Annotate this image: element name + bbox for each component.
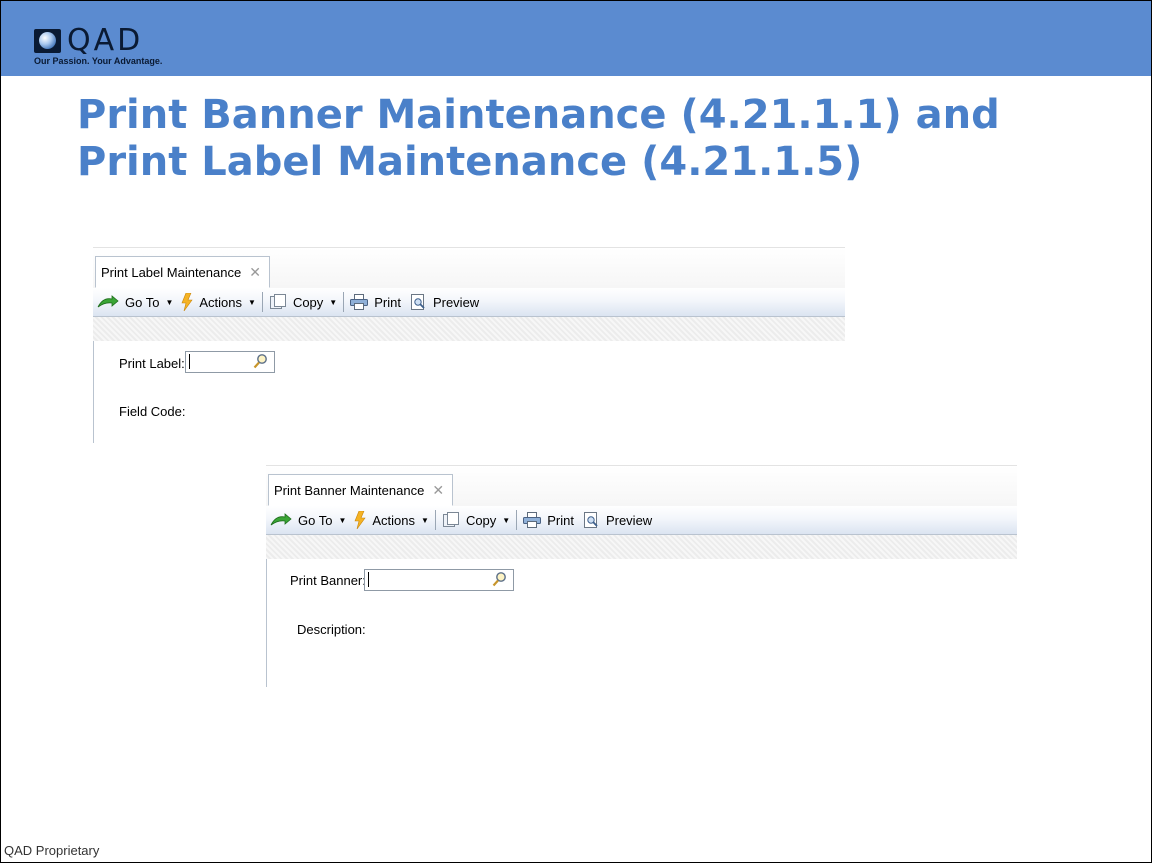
dropdown-arrow-icon: ▼ <box>165 297 174 307</box>
printer-icon <box>350 294 369 310</box>
preview-button[interactable]: Preview <box>578 506 656 534</box>
preview-button[interactable]: Preview <box>405 288 483 316</box>
copy-label: Copy <box>292 294 324 310</box>
preview-page-icon <box>410 294 425 310</box>
logo-text: QAD <box>67 23 144 58</box>
tab-strip: Print Label Maintenance ✕ <box>93 247 845 289</box>
tab-label: Print Label Maintenance <box>101 264 242 280</box>
description-label: Description: <box>297 622 366 637</box>
preview-label: Preview <box>432 294 480 310</box>
goto-label: Go To <box>298 512 333 528</box>
close-icon[interactable]: ✕ <box>432 482 444 499</box>
print-label: Print <box>374 294 401 310</box>
copy-pages-icon <box>269 294 286 309</box>
goto-button[interactable]: Go To ▼ <box>93 288 177 316</box>
header-bar: QAD Our Passion. Your Advantage. <box>1 1 1151 76</box>
copy-button[interactable]: Copy ▼ <box>438 506 514 534</box>
tab-strip: Print Banner Maintenance ✕ <box>266 465 1017 507</box>
field-code-label: Field Code: <box>119 404 186 419</box>
dropdown-arrow-icon: ▼ <box>329 297 338 307</box>
logo-tagline: Our Passion. Your Advantage. <box>34 56 163 66</box>
slide-title-line-2: Print Label Maintenance (4.21.1.5) <box>77 139 863 185</box>
toolbar: Go To ▼ Actions ▼ Copy ▼ Print Preview <box>266 506 1017 535</box>
magnifier-icon[interactable] <box>492 571 507 587</box>
footer-proprietary: QAD Proprietary <box>4 843 100 858</box>
goto-button[interactable]: Go To ▼ <box>266 506 350 534</box>
dropdown-arrow-icon: ▼ <box>421 515 429 525</box>
actions-label: Actions <box>372 512 416 528</box>
print-button[interactable]: Print <box>519 506 578 534</box>
tab-print-label-maintenance[interactable]: Print Label Maintenance ✕ <box>95 256 270 288</box>
printer-icon <box>523 512 542 528</box>
toolbar-separator <box>516 510 518 530</box>
print-button[interactable]: Print <box>346 288 405 316</box>
print-banner-window: Print Banner Maintenance ✕ Go To ▼ Actio… <box>266 465 1017 687</box>
dropdown-arrow-icon: ▼ <box>338 515 347 525</box>
green-arrow-icon <box>97 295 119 308</box>
toolbar-separator <box>434 510 436 530</box>
preview-label: Preview <box>605 512 653 528</box>
tab-print-banner-maintenance[interactable]: Print Banner Maintenance ✕ <box>268 474 454 506</box>
print-label-window: Print Label Maintenance ✕ Go To ▼ Action… <box>93 247 845 443</box>
actions-label: Actions <box>199 294 243 310</box>
dropdown-arrow-icon: ▼ <box>248 297 256 307</box>
print-banner-input[interactable] <box>364 569 514 591</box>
dropdown-arrow-icon: ▼ <box>502 515 511 525</box>
lightning-icon <box>181 293 193 311</box>
copy-pages-icon <box>442 512 459 527</box>
actions-button[interactable]: Actions ▼ <box>177 288 260 316</box>
close-icon[interactable]: ✕ <box>249 264 261 281</box>
qad-logo-mark-icon <box>34 29 61 53</box>
toolbar-separator <box>343 292 345 312</box>
toolbar: Go To ▼ Actions ▼ Copy ▼ Print Preview <box>93 288 845 317</box>
lightning-icon <box>354 511 366 529</box>
copy-button[interactable]: Copy ▼ <box>265 288 341 316</box>
print-banner-field-label: Print Banner: <box>290 573 366 588</box>
magnifier-icon[interactable] <box>253 353 268 369</box>
goto-label: Go To <box>125 294 160 310</box>
print-label: Print <box>547 512 574 528</box>
slide-title: Print Banner Maintenance (4.21.1.1) and … <box>77 92 1127 186</box>
print-label-field-label: Print Label: <box>119 356 185 371</box>
slide-title-line-1: Print Banner Maintenance (4.21.1.1) and <box>77 92 1000 138</box>
actions-button[interactable]: Actions ▼ <box>350 506 433 534</box>
copy-label: Copy <box>465 512 497 528</box>
slide: QAD Our Passion. Your Advantage. Print B… <box>0 0 1152 863</box>
hatch-band <box>266 535 1017 559</box>
toolbar-separator <box>261 292 263 312</box>
green-arrow-icon <box>270 513 292 526</box>
text-caret <box>189 354 190 369</box>
preview-page-icon <box>583 512 598 528</box>
print-label-input[interactable] <box>185 351 275 373</box>
text-caret <box>368 572 369 587</box>
tab-label: Print Banner Maintenance <box>274 482 425 498</box>
hatch-band <box>93 317 845 341</box>
